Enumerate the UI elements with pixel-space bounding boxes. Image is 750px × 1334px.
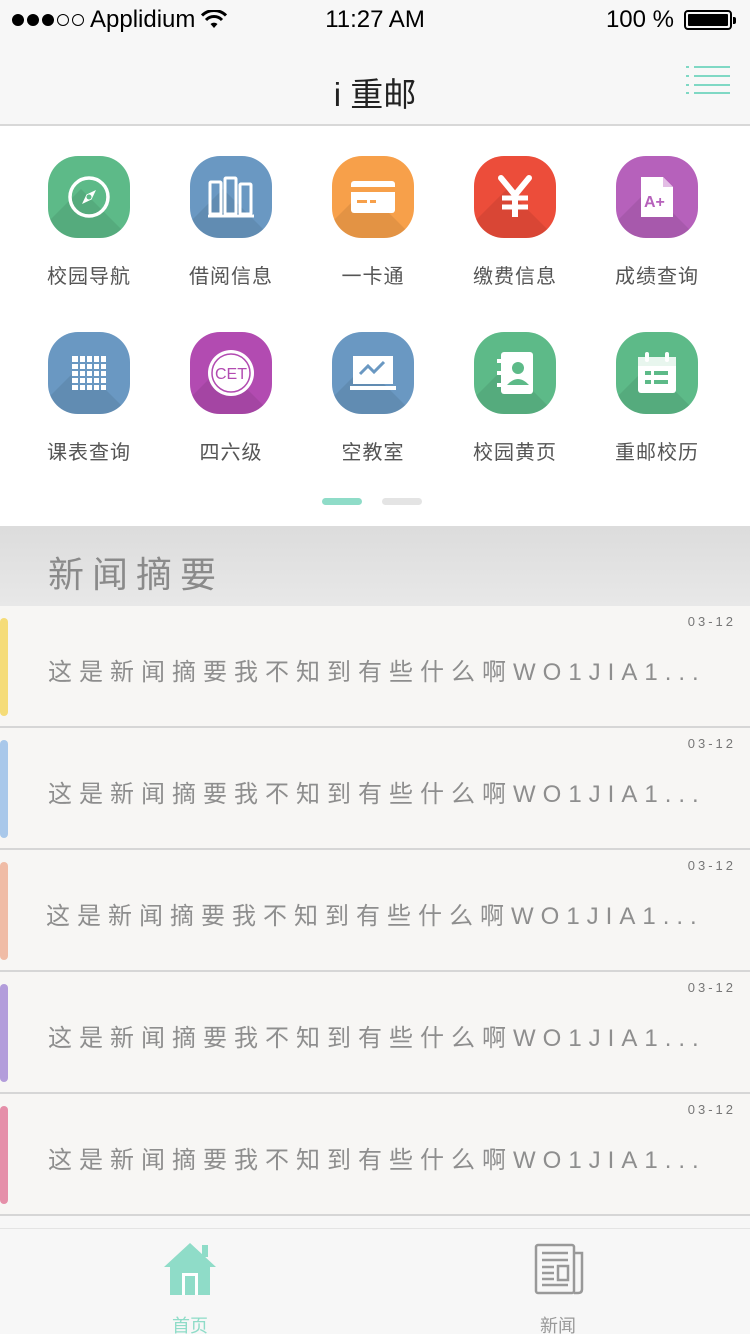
news-date: 03-12: [687, 736, 736, 751]
news-item[interactable]: 03-12 这是新闻摘要我不知到有些什么啊WO1JIA1...: [0, 850, 750, 972]
grid-item-school-calendar[interactable]: 重邮校历: [586, 332, 728, 465]
compass-icon: [48, 156, 130, 238]
status-bar: Applidium 11:27 AM 100 %: [0, 0, 750, 40]
grid-label: 校园导航: [47, 266, 131, 288]
grid-item-campus-navigation[interactable]: 校园导航: [18, 156, 160, 289]
tab-news[interactable]: 新闻: [488, 1229, 628, 1334]
news-color-bar: [0, 862, 8, 960]
news-summary: 这是新闻摘要我不知到有些什么啊WO1JIA1...: [48, 1147, 706, 1174]
blackboard-icon: [332, 332, 414, 414]
news-summary: 这是新闻摘要我不知到有些什么啊WO1JIA1...: [46, 903, 704, 930]
grid-item-library-info[interactable]: 借阅信息: [160, 156, 302, 289]
page-dot-inactive[interactable]: [382, 498, 422, 505]
news-date: 03-12: [687, 858, 736, 873]
grid-label: 一卡通: [341, 266, 405, 288]
grid-label: 四六级: [199, 442, 263, 464]
grid-item-empty-classroom[interactable]: 空教室: [302, 332, 444, 465]
news-list: 03-12 这是新闻摘要我不知到有些什么啊WO1JIA1... 03-12 这是…: [0, 606, 750, 1216]
contact-book-icon: [474, 332, 556, 414]
news-section-title: 新闻摘要: [48, 554, 225, 595]
battery-percent: 100 %: [605, 6, 674, 33]
grid-label: 重邮校历: [615, 442, 699, 464]
feature-grid: 校园导航 借阅信息 一卡通 缴费信息 A+ 成绩查询 课表查询 CET 四六级 …: [0, 126, 750, 526]
tab-label: 首页: [172, 1316, 208, 1334]
news-color-bar: [0, 1106, 8, 1204]
grid-label: 缴费信息: [473, 266, 557, 288]
grid-item-campus-card[interactable]: 一卡通: [302, 156, 444, 289]
newspaper-icon: [534, 1243, 584, 1295]
news-summary: 这是新闻摘要我不知到有些什么啊WO1JIA1...: [48, 1025, 706, 1052]
cet-text: CET: [215, 366, 247, 383]
tab-home[interactable]: 首页: [120, 1229, 260, 1334]
news-summary: 这是新闻摘要我不知到有些什么啊WO1JIA1...: [48, 659, 706, 686]
cet-icon: CET: [190, 332, 272, 414]
news-summary: 这是新闻摘要我不知到有些什么啊WO1JIA1...: [48, 781, 706, 808]
grid-label: 课表查询: [47, 442, 131, 464]
news-date: 03-12: [687, 1102, 736, 1117]
calendar-icon: [616, 332, 698, 414]
page-title: i 重邮: [333, 76, 417, 113]
news-date: 03-12: [687, 614, 736, 629]
page-dot-active[interactable]: [322, 498, 362, 505]
page-indicator: [0, 498, 750, 506]
card-icon: [332, 156, 414, 238]
grid-item-timetable[interactable]: 课表查询: [18, 332, 160, 465]
news-date: 03-12: [687, 980, 736, 995]
news-item[interactable]: 03-12 这是新闻摘要我不知到有些什么啊WO1JIA1...: [0, 606, 750, 728]
books-icon: [190, 156, 272, 238]
grid-label: 校园黄页: [473, 442, 557, 464]
timetable-grid-icon: [48, 332, 130, 414]
navigation-bar: i 重邮: [0, 40, 750, 126]
news-color-bar: [0, 740, 8, 838]
list-menu-icon[interactable]: [686, 66, 730, 94]
battery-icon: [684, 10, 736, 30]
grid-item-cet[interactable]: CET 四六级: [160, 332, 302, 465]
news-color-bar: [0, 618, 8, 716]
news-color-bar: [0, 984, 8, 1082]
grid-label: 借阅信息: [189, 266, 273, 288]
tab-label: 新闻: [540, 1316, 576, 1334]
home-icon: [164, 1243, 216, 1295]
news-item[interactable]: 03-12 这是新闻摘要我不知到有些什么啊WO1JIA1...: [0, 972, 750, 1094]
news-item[interactable]: 03-12 这是新闻摘要我不知到有些什么啊WO1JIA1...: [0, 728, 750, 850]
news-section-header: 新闻摘要: [0, 526, 750, 606]
tab-bar: 首页 新闻: [0, 1228, 750, 1334]
grid-label: 成绩查询: [615, 266, 699, 288]
grid-item-grade-query[interactable]: A+ 成绩查询: [586, 156, 728, 289]
battery-group: 100 %: [605, 6, 736, 34]
grid-item-yellow-pages[interactable]: 校园黄页: [444, 332, 586, 465]
news-item[interactable]: 03-12 这是新闻摘要我不知到有些什么啊WO1JIA1...: [0, 1094, 750, 1216]
yen-icon: [474, 156, 556, 238]
grid-label: 空教室: [341, 442, 405, 464]
grid-item-payment-info[interactable]: 缴费信息: [444, 156, 586, 289]
grade-document-icon: A+: [616, 156, 698, 238]
grade-text: A+: [644, 194, 665, 211]
